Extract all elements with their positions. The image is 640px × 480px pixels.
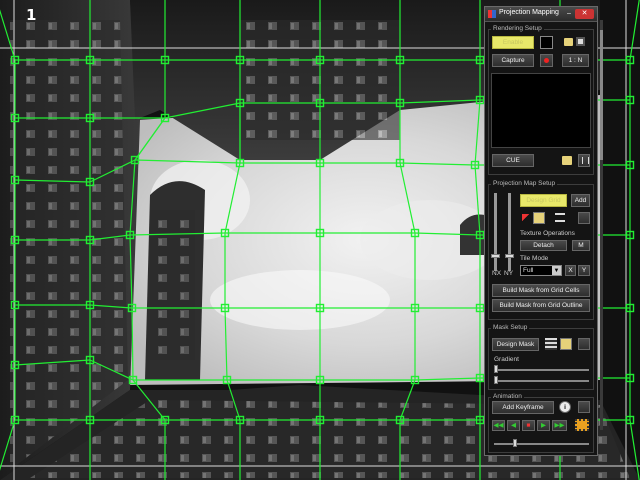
gradient-slider-2[interactable] <box>494 380 589 382</box>
timeline-slider-knob[interactable] <box>513 439 517 447</box>
m-button[interactable]: M <box>572 240 590 251</box>
close-button[interactable]: ✕ <box>575 9 594 19</box>
previous-button[interactable]: ◀ <box>507 420 520 431</box>
keyframe-options-button[interactable] <box>578 401 590 413</box>
gradient-slider-2-knob[interactable] <box>494 376 498 384</box>
ny-slider-knob[interactable] <box>505 254 514 258</box>
app-icon <box>488 10 496 18</box>
animation-title: Animation <box>491 393 524 400</box>
gradient-slider-1[interactable] <box>494 369 589 371</box>
gradient-label: Gradient <box>494 356 519 363</box>
color-swatch[interactable] <box>540 36 553 49</box>
keyframe-info-button[interactable]: i <box>559 401 571 413</box>
panel-scrollbar[interactable] <box>600 20 603 430</box>
scrollbar-thumb[interactable] <box>600 30 603 160</box>
texture-operations-label: Texture Operations <box>520 230 575 237</box>
minimize-button[interactable]: – <box>565 9 573 18</box>
panel-titlebar[interactable]: Projection Mapping – ✕ <box>485 7 597 22</box>
add-keyframe-button[interactable]: Add Keyframe <box>492 401 554 414</box>
detach-button[interactable]: Detach <box>520 240 567 251</box>
save-icon[interactable] <box>576 37 585 46</box>
projection-mapping-panel: Projection Mapping – ✕ Rendering Setup E… <box>484 6 598 456</box>
design-grid-button[interactable]: Design Grid <box>520 194 567 207</box>
timeline-slider[interactable] <box>494 443 589 445</box>
gradient-slider-1-knob[interactable] <box>494 365 498 373</box>
tile-mode-select[interactable]: Full ▼ <box>520 265 562 276</box>
preview-area[interactable] <box>491 73 591 148</box>
projection-map-title: Projection Map Setup <box>491 180 558 187</box>
tile-mode-label: Tile Mode <box>520 255 549 262</box>
info-icon: i <box>564 404 566 411</box>
folder-icon[interactable] <box>562 156 572 165</box>
design-mask-button[interactable]: Design Mask <box>492 338 539 351</box>
mask-options-button[interactable] <box>578 338 590 350</box>
rendering-setup-title: Rendering Setup <box>491 25 544 32</box>
add-grid-button[interactable]: Add <box>571 194 590 207</box>
pointer-icon[interactable] <box>522 214 531 223</box>
grid-options-button[interactable] <box>578 212 590 224</box>
nx-slider[interactable] <box>494 193 497 271</box>
y-button[interactable]: Y <box>578 265 590 276</box>
viewport-number: 1 <box>26 6 37 24</box>
tile-mode-value: Full <box>523 267 534 274</box>
folder-icon[interactable] <box>564 38 573 46</box>
mask-pattern-icon[interactable] <box>560 338 572 350</box>
build-mask-outline-button[interactable]: Build Mask from Grid Outline <box>492 299 590 312</box>
chevron-down-icon: ▼ <box>552 266 561 275</box>
capture-button[interactable]: Capture <box>492 54 534 67</box>
build-mask-cells-button[interactable]: Build Mask from Grid Cells <box>492 284 590 297</box>
record-button[interactable] <box>540 54 553 67</box>
ny-slider[interactable] <box>508 193 511 271</box>
lines-icon[interactable] <box>555 213 565 222</box>
cue-button[interactable]: CUE <box>492 154 534 167</box>
play-button[interactable]: ▶ <box>537 420 550 431</box>
grid-pattern-icon[interactable] <box>533 212 545 224</box>
ny-label: NY <box>504 270 514 277</box>
fast-forward-button[interactable]: ▶▶ <box>552 420 567 431</box>
rewind-button[interactable]: ◀◀ <box>492 420 505 431</box>
film-strip-icon[interactable] <box>575 419 589 431</box>
tower-windows <box>150 210 195 360</box>
x-button[interactable]: X <box>565 265 576 276</box>
mask-layers-icon[interactable] <box>545 338 557 350</box>
cloud <box>210 270 390 330</box>
mask-setup-title: Mask Setup <box>491 324 530 331</box>
nx-label: NX <box>492 270 502 277</box>
options-button[interactable] <box>578 154 590 167</box>
stop-button[interactable]: ■ <box>522 420 535 431</box>
panel-title: Projection Mapping <box>499 9 559 16</box>
record-icon <box>544 58 549 63</box>
options-icon <box>582 157 589 164</box>
enable-button[interactable]: Enable <box>492 36 534 49</box>
ratio-button[interactable]: 1 : N <box>562 54 589 67</box>
nx-slider-knob[interactable] <box>491 254 500 258</box>
